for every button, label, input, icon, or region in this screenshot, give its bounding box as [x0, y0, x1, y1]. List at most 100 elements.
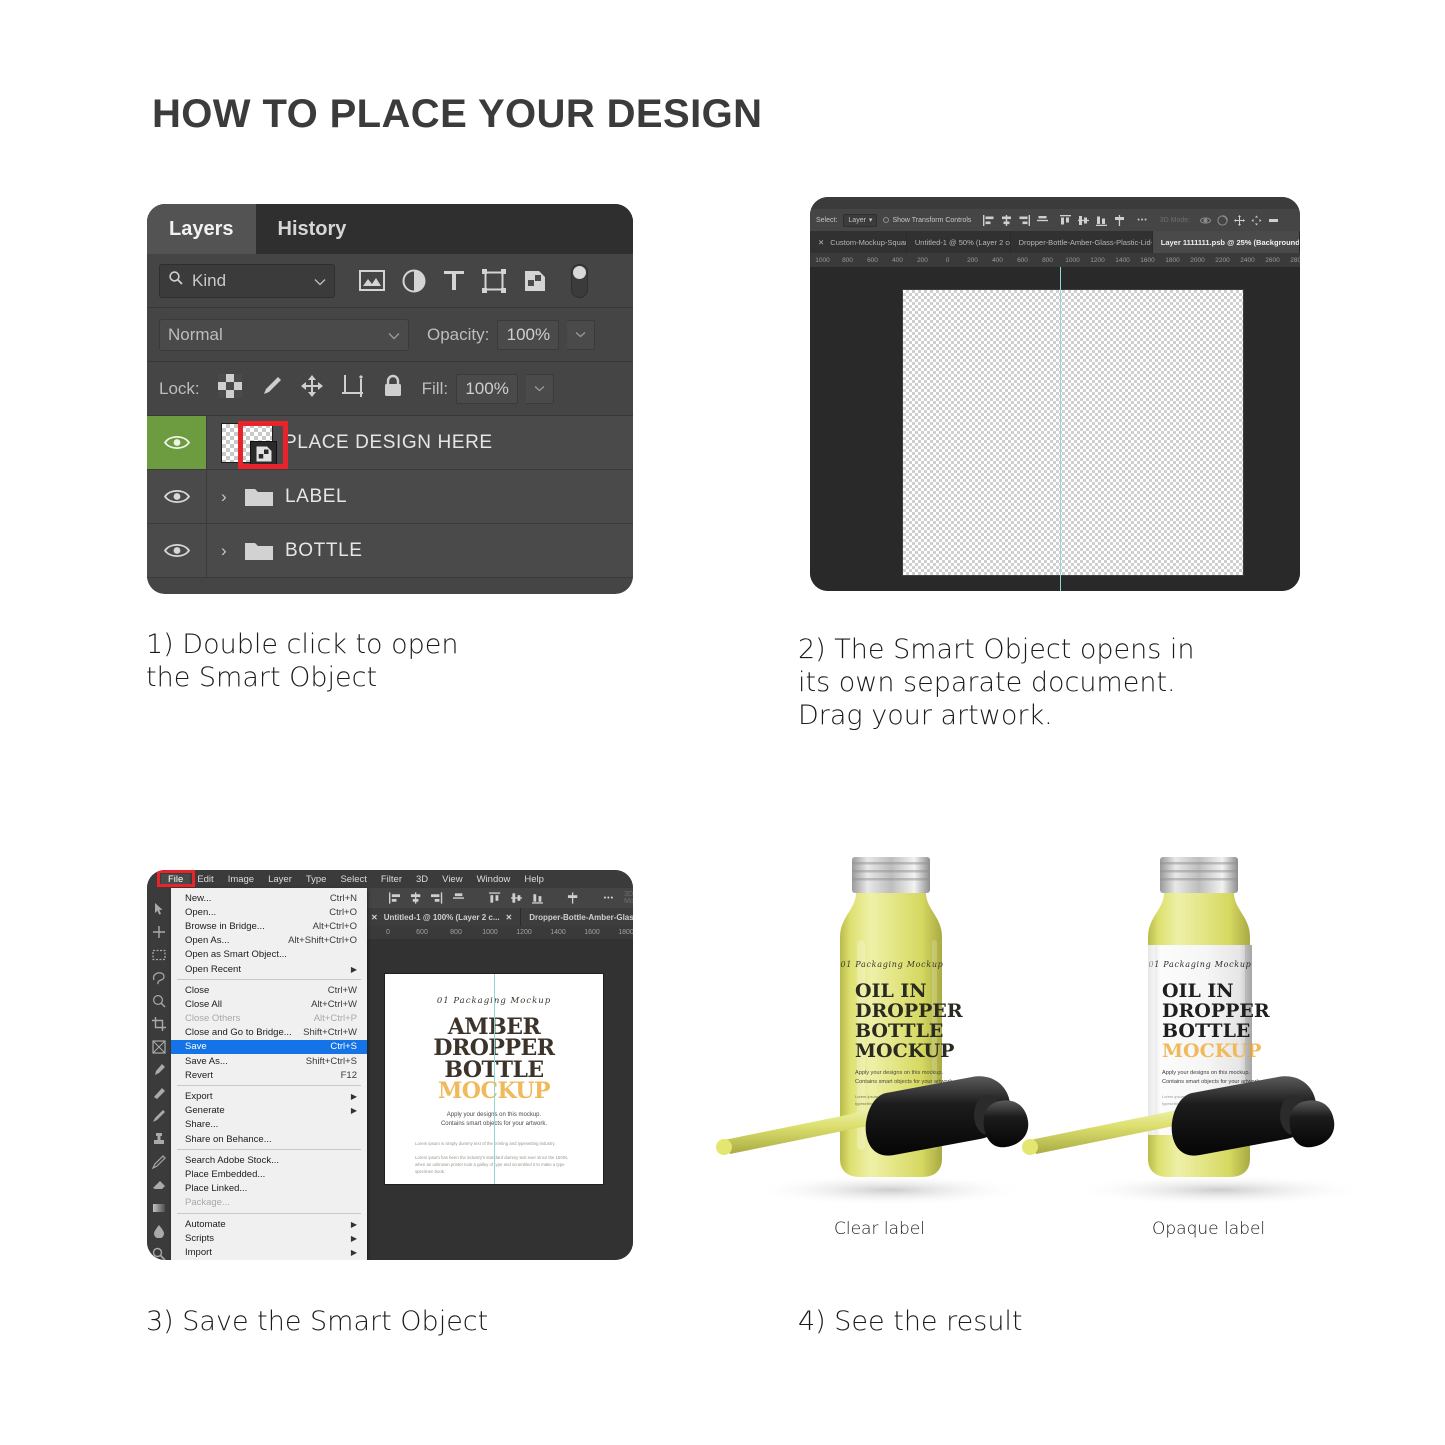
eyedropper-tool-icon[interactable] [152, 1063, 166, 1077]
layer-row-body[interactable]: › BOTTLE [207, 539, 633, 563]
menu-item-filter[interactable]: Filter [374, 874, 409, 885]
menu-item-view[interactable]: View [435, 874, 469, 885]
adjustment-layer-filter-icon[interactable] [402, 269, 426, 293]
menu-option-share[interactable]: Share... [171, 1118, 367, 1132]
artwork-document[interactable]: 01 Packaging Mockup AMBER DROPPER BOTTLE… [385, 974, 603, 1184]
doc-tab-dropper-bottle[interactable]: Dropper-Bottle-Amber-Glass-Plastic-Lid-1… [1010, 231, 1153, 253]
layer-kind-select[interactable]: Kind [159, 263, 335, 298]
more-options-icon[interactable]: ••• [604, 895, 614, 902]
shape-layer-filter-icon[interactable] [482, 268, 506, 293]
table-row[interactable]: › BOTTLE [147, 524, 633, 578]
artboard-tool-icon[interactable] [152, 925, 166, 939]
gradient-tool-icon[interactable] [152, 1201, 166, 1215]
layer-visibility-toggle[interactable] [147, 524, 207, 577]
doc-tab-custom-mockup[interactable]: ✕ Custom-Mockup-Square.psb [810, 231, 907, 253]
clone-stamp-tool-icon[interactable] [152, 1132, 166, 1146]
menu-option-generate[interactable]: Generate ▶ [171, 1104, 367, 1118]
menu-item-type[interactable]: Type [299, 874, 334, 885]
crop-tool-icon[interactable] [152, 1017, 166, 1031]
menu-separator [177, 1212, 361, 1214]
menu-option-automate[interactable]: Automate ▶ [171, 1217, 367, 1231]
menu-option-share-on-behance[interactable]: Share on Behance... [171, 1132, 367, 1146]
table-row[interactable]: › LABEL [147, 470, 633, 524]
chevron-right-icon[interactable]: › [221, 487, 233, 507]
lock-transparency-icon[interactable] [217, 374, 242, 403]
doc-tab-dropper-bottle[interactable]: Dropper-Bottle-Amber-Glass-1.psd [521, 908, 633, 926]
menu-option-save-as[interactable]: Save As... Shift+Ctrl+S [171, 1054, 367, 1068]
menu-option-import[interactable]: Import ▶ [171, 1245, 367, 1259]
select-target-dropdown[interactable]: Layer ▾ [843, 213, 878, 227]
quick-selection-tool-icon[interactable] [152, 994, 166, 1008]
smart-object-filter-icon[interactable] [523, 269, 547, 293]
table-row[interactable]: PLACE DESIGN HERE [147, 416, 633, 470]
blend-mode-select[interactable]: Normal [159, 318, 409, 351]
brush-tool-icon[interactable] [152, 1109, 166, 1123]
menu-option-revert[interactable]: Revert F12 [171, 1068, 367, 1082]
menu-option-new[interactable]: New... Ctrl+N [171, 891, 367, 905]
menu-option-open-as-smart-object[interactable]: Open as Smart Object... [171, 948, 367, 962]
menu-option-search-adobe-stock[interactable]: Search Adobe Stock... [171, 1153, 367, 1167]
menu-item-help[interactable]: Help [517, 874, 551, 885]
menu-option-place-embedded[interactable]: Place Embedded... [171, 1167, 367, 1181]
layer-thumbnail[interactable] [221, 422, 277, 468]
fill-input[interactable]: 100% [456, 373, 519, 404]
menu-option-save[interactable]: Save Ctrl+S [171, 1039, 367, 1055]
filter-enable-toggle[interactable] [571, 263, 588, 298]
menu-item-select[interactable]: Select [333, 874, 373, 885]
menu-item-3d[interactable]: 3D [409, 874, 435, 885]
file-dropdown-menu[interactable]: New... Ctrl+N Open... Ctrl+O Browse in Bri… [171, 888, 367, 1260]
menu-option-export[interactable]: Export ▶ [171, 1089, 367, 1103]
lock-image-pixels-icon[interactable] [259, 374, 283, 403]
move-tool-icon[interactable] [152, 902, 166, 916]
doc-tab-layer-1111111[interactable]: Layer 1111111.psb @ 25% (Background Colo… [1152, 231, 1300, 253]
eraser-tool-icon[interactable] [152, 1178, 166, 1192]
pixel-layer-filter-icon[interactable] [359, 270, 385, 291]
doc-tab-untitled-1[interactable]: Untitled-1 @ 50% (Layer 2 co... ✕ [906, 231, 1011, 253]
lock-position-icon[interactable] [300, 374, 324, 403]
menu-item-layer[interactable]: Layer [261, 874, 299, 885]
history-brush-tool-icon[interactable] [151, 1155, 166, 1170]
blur-tool-icon[interactable] [152, 1224, 166, 1239]
menu-option-close-all[interactable]: Close All Alt+Ctrl+W [171, 997, 367, 1011]
more-options-icon[interactable]: ••• [1137, 217, 1147, 224]
show-transform-checkbox[interactable]: Show Transform Controls [883, 217, 971, 224]
menu-option-open[interactable]: Open... Ctrl+O [171, 905, 367, 919]
menu-item-window[interactable]: Window [470, 874, 518, 885]
layer-row-body[interactable]: PLACE DESIGN HERE [207, 420, 633, 469]
menu-option-place-linked[interactable]: Place Linked... [171, 1182, 367, 1196]
fill-stepper[interactable] [526, 373, 555, 404]
type-layer-filter-icon[interactable] [443, 269, 465, 292]
close-icon[interactable]: ✕ [371, 913, 378, 922]
lasso-tool-icon[interactable] [152, 971, 166, 985]
opacity-input[interactable]: 100% [497, 319, 560, 350]
menu-option-open-recent[interactable]: Open Recent ▶ [171, 962, 367, 976]
horizontal-ruler[interactable]: 1000 800 600 400 200 0 200 400 600 800 1… [810, 253, 1300, 267]
close-icon[interactable]: ✕ [818, 238, 824, 247]
menu-option-close-and-go-to-bridge[interactable]: Close and Go to Bridge... Shift+Ctrl+W [171, 1026, 367, 1040]
lock-all-icon[interactable] [382, 374, 404, 403]
layer-visibility-toggle[interactable] [147, 470, 207, 523]
marquee-tool-icon[interactable] [152, 948, 166, 962]
dodge-tool-icon[interactable] [152, 1247, 166, 1260]
chevron-down-icon[interactable] [388, 325, 400, 345]
lock-artboard-icon[interactable] [341, 374, 365, 403]
layer-visibility-toggle[interactable] [147, 416, 207, 469]
menu-option-close[interactable]: Close Ctrl+W [171, 983, 367, 997]
frame-tool-icon[interactable] [152, 1040, 166, 1054]
document-canvas[interactable] [810, 267, 1300, 591]
chevron-down-icon[interactable] [314, 271, 326, 291]
close-icon[interactable]: ✕ [506, 913, 513, 922]
menu-option-open-as[interactable]: Open As... Alt+Shift+Ctrl+O [171, 934, 367, 948]
ruler-tick: 0 [386, 929, 390, 936]
chevron-right-icon[interactable]: › [221, 541, 233, 561]
chevron-down-icon[interactable]: ▾ [869, 216, 873, 224]
tab-layers[interactable]: Layers [147, 204, 256, 254]
layer-row-body[interactable]: › LABEL [207, 485, 633, 509]
transparent-artboard[interactable] [902, 289, 1244, 576]
menu-option-browse-in-bridge[interactable]: Browse in Bridge... Alt+Ctrl+O [171, 919, 367, 933]
opacity-stepper[interactable] [567, 319, 596, 350]
tab-history[interactable]: History [255, 204, 369, 254]
healing-brush-tool-icon[interactable] [152, 1086, 166, 1100]
menu-item-image[interactable]: Image [221, 874, 261, 885]
menu-option-scripts[interactable]: Scripts ▶ [171, 1231, 367, 1245]
